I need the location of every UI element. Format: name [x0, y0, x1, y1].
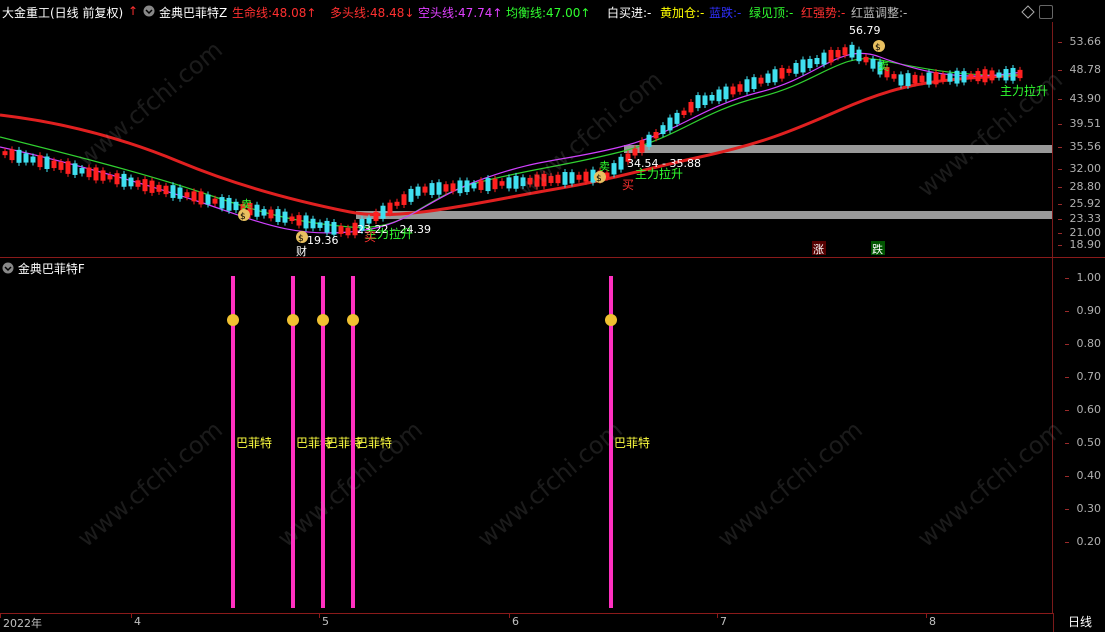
x-axis-mark — [926, 613, 927, 618]
up-arrow-icon: ↑ — [128, 4, 139, 18]
x-axis-tick: 7 — [720, 615, 727, 628]
sell-label-1: 卖 — [241, 198, 252, 211]
x-axis-tick: 4 — [134, 615, 141, 628]
collapse-icon[interactable] — [143, 5, 155, 20]
sub-axis-tick: 0.70 — [1064, 370, 1101, 383]
short-line — [0, 52, 1023, 234]
diamond-icon[interactable] — [1021, 5, 1035, 19]
coin-icon — [317, 314, 329, 326]
x-axis-tick: 8 — [929, 615, 936, 628]
main-axis-tick: 25.92 — [1057, 197, 1101, 210]
down-badge-text: 跌 — [872, 242, 883, 256]
sub-axis-tick: 0.80 — [1064, 337, 1101, 350]
support-zone-bar — [356, 211, 1053, 219]
coin-icon — [227, 314, 239, 326]
coin-icon — [347, 314, 359, 326]
money-bag-icon: $ — [238, 209, 250, 222]
sub-axis-tick: 0.90 — [1064, 304, 1101, 317]
header-status-3: 绿见顶:- — [749, 6, 794, 20]
coin-icon — [605, 314, 617, 326]
header-line-0: 生命线:48.08↑ — [232, 6, 317, 20]
up-badge-text: 涨 — [813, 243, 824, 256]
main-axis-tick: 28.80 — [1057, 180, 1101, 193]
low-price-label: 19.36 — [307, 234, 339, 247]
main-axis-tick: 23.33 — [1057, 212, 1101, 225]
x-axis-line — [0, 613, 1053, 614]
period-label: (日线 前复权) — [50, 6, 124, 20]
sub-axis-tick: 0.60 — [1064, 403, 1101, 416]
signal-label: 巴菲特 — [236, 435, 272, 450]
main-axis-tick: 18.90 — [1057, 238, 1101, 251]
main-axis-tick: 53.66 — [1057, 35, 1101, 48]
sub-axis-tick: 0.40 — [1064, 469, 1101, 482]
sub-axis-tick: 0.50 — [1064, 436, 1101, 449]
window-restore-icon[interactable] — [1039, 5, 1053, 19]
stock-name[interactable]: 大金重工 — [2, 4, 50, 21]
svg-text:$: $ — [298, 234, 304, 244]
buy-label-2: 买 — [364, 230, 376, 244]
money-bag-icon: $ — [873, 40, 885, 53]
header-line-2: 空头线:47.74↑ — [418, 6, 503, 20]
header-status-0: 白买进:- — [607, 6, 652, 20]
buy-label-1: 买 — [622, 178, 634, 192]
main-axis-tick: 32.00 — [1057, 162, 1101, 175]
coin-icon — [287, 314, 299, 326]
x-axis-mark — [319, 613, 320, 618]
main-axis-tick: 48.78 — [1057, 63, 1101, 76]
header-line-1: 多头线:48.48↓ — [330, 6, 415, 20]
money-bag-icon: $ — [594, 171, 606, 184]
sell-label-3: 卖 — [878, 60, 889, 73]
header-status-4: 红强势:- — [801, 6, 846, 20]
main-axis-tick: 39.51 — [1057, 117, 1101, 130]
main-price-chart: 56.79 19.36 23.22 - 24.39 34.54 - 35.88 … — [0, 24, 1053, 258]
header-status-5: 红蓝调整:- — [851, 6, 908, 20]
svg-text:$: $ — [240, 212, 246, 222]
x-axis-mark — [0, 613, 1, 618]
sub-axis-tick: 0.30 — [1064, 502, 1101, 515]
sub-signal-chart: 巴菲特 巴菲特巴菲特巴菲特 巴菲特 — [227, 276, 650, 608]
header-status-1: 黄加仓:- — [660, 6, 705, 20]
x-axis-tick: 5 — [322, 615, 329, 628]
rally-label-1: 主力拉升 — [635, 166, 683, 181]
x-axis-tick: 2022年 — [3, 617, 42, 630]
svg-text:$: $ — [875, 43, 881, 53]
indicator-header: 大金重工 (日线 前复权) ↑ 金典巴菲特Z 生命线:48.08↑ 多头线:48.… — [0, 0, 1105, 22]
x-axis-mark — [717, 613, 718, 618]
x-axis-mark — [509, 613, 510, 618]
period-button[interactable]: 日线 — [1053, 613, 1105, 632]
x-axis-mark — [131, 613, 132, 618]
sub-axis-tick: 0.20 — [1064, 535, 1101, 548]
main-axis-tick: 43.90 — [1057, 92, 1101, 105]
cai-label: 财 — [296, 244, 307, 258]
indicator-name[interactable]: 金典巴菲特Z — [159, 4, 227, 21]
x-axis-tick: 6 — [512, 615, 519, 628]
sub-axis-tick: 1.00 — [1064, 271, 1101, 284]
main-price-axis: 53.66 48.78 43.90 39.51 35.56 32.00 28.80 25.92… — [1052, 22, 1105, 258]
svg-text:$: $ — [596, 174, 602, 184]
header-line-3: 均衡线:47.00↑ — [506, 6, 591, 20]
header-status-2: 蓝跌:- — [709, 6, 742, 20]
high-price-label: 56.79 — [849, 24, 881, 37]
main-axis-tick: 35.56 — [1057, 140, 1101, 153]
